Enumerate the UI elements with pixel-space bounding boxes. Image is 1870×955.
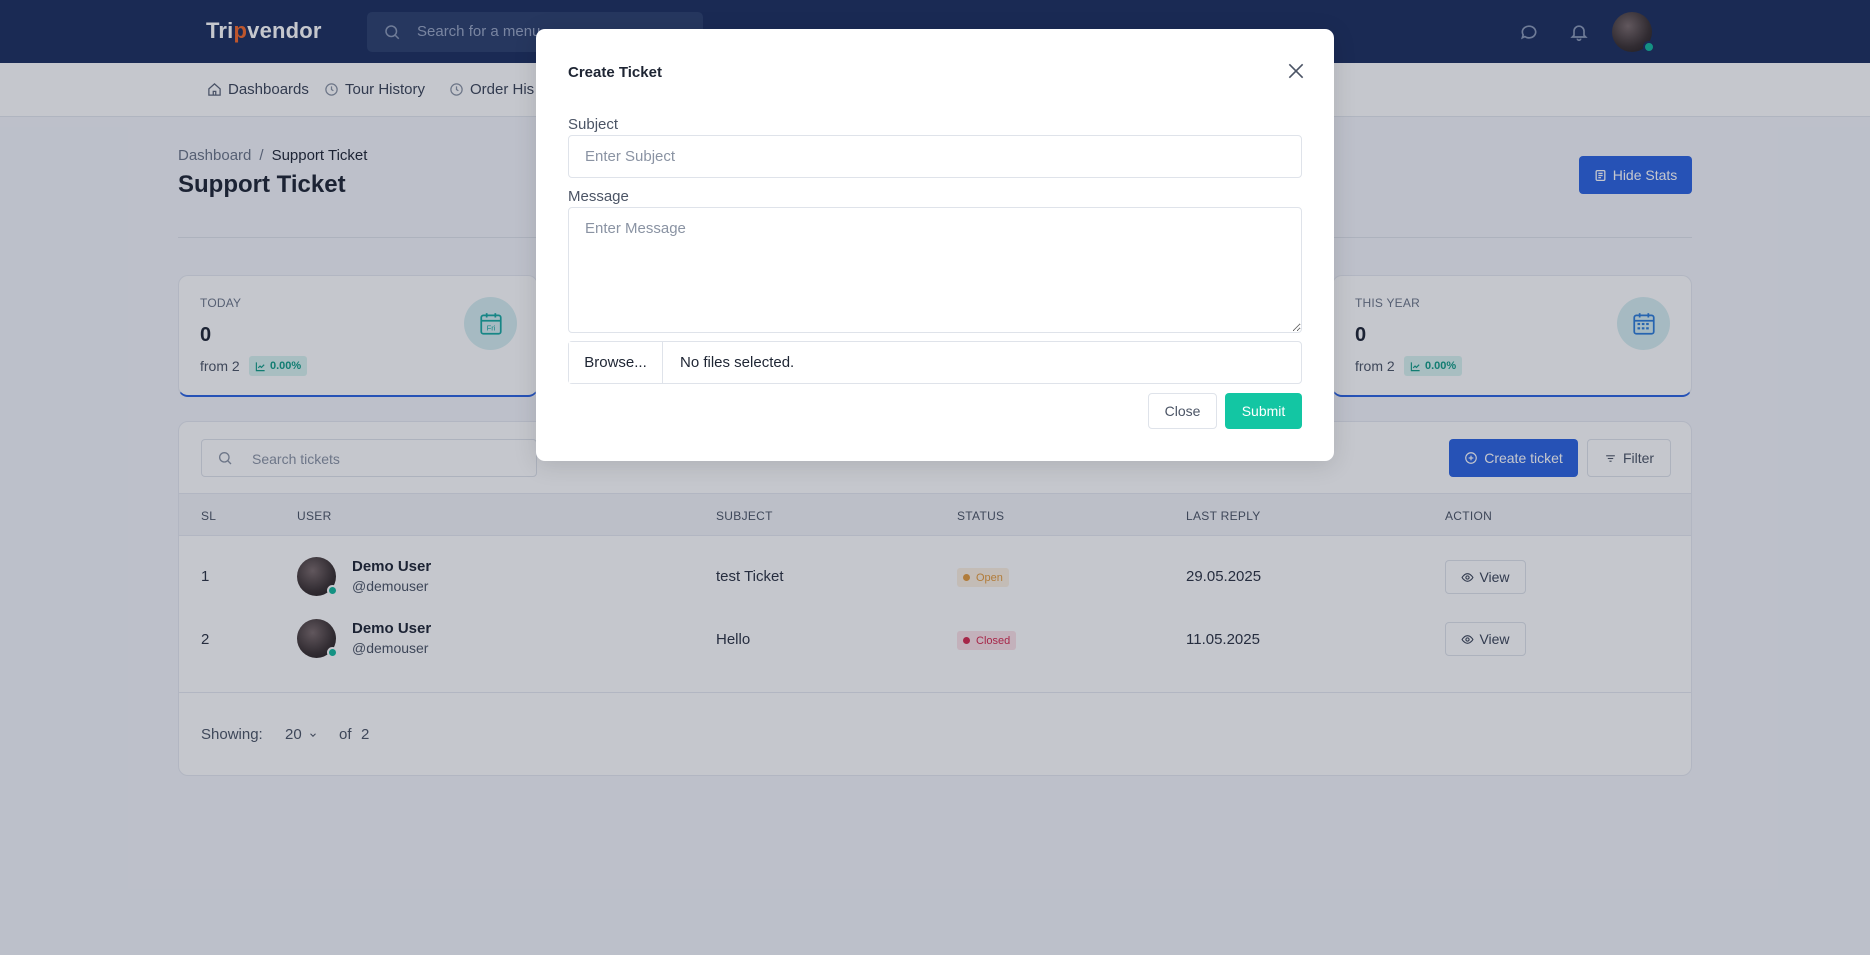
create-ticket-modal: Create Ticket Subject Message Browse... … <box>536 29 1334 461</box>
message-textarea[interactable] <box>568 207 1302 333</box>
subject-label: Subject <box>568 116 619 133</box>
close-icon[interactable] <box>1286 61 1306 81</box>
browse-button[interactable]: Browse... <box>569 342 663 383</box>
close-button[interactable]: Close <box>1148 393 1217 429</box>
modal-title: Create Ticket <box>568 64 662 81</box>
subject-input[interactable] <box>568 135 1302 178</box>
submit-button[interactable]: Submit <box>1225 393 1302 429</box>
file-input[interactable]: Browse... No files selected. <box>568 341 1302 384</box>
file-status-text: No files selected. <box>680 354 795 371</box>
message-label: Message <box>568 188 629 205</box>
